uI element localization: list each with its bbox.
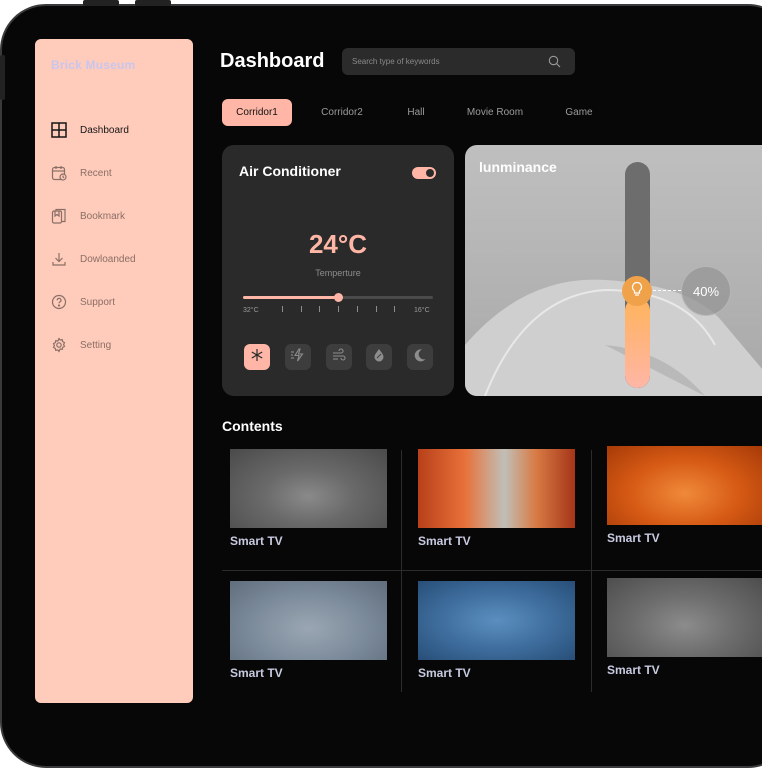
sidebar-item-label: Setting — [80, 339, 112, 351]
slider-fill — [625, 297, 650, 388]
slider-tick — [281, 306, 283, 312]
device-button — [0, 55, 5, 100]
tab-game[interactable]: Game — [560, 99, 598, 126]
value-connector — [653, 290, 681, 291]
brand-logo[interactable]: Brick Museum — [51, 58, 135, 72]
card-title: lunminance — [479, 159, 557, 175]
slider-tick — [356, 306, 358, 312]
gear-icon — [50, 336, 68, 354]
thumbnail — [607, 446, 762, 525]
luminance-value: 40% — [681, 266, 731, 316]
content-item[interactable]: Smart TV — [607, 446, 762, 566]
slider-tick — [394, 306, 396, 312]
sidebar-item-support[interactable]: Support — [50, 292, 115, 312]
snowflake-icon — [250, 348, 264, 367]
scale-min-label: 32°C — [243, 307, 259, 314]
mode-dry-button[interactable] — [366, 344, 392, 370]
search-placeholder: Search type of keywords — [352, 57, 440, 66]
sidebar-item-label: Recent — [80, 167, 112, 179]
slider-fill — [243, 296, 338, 299]
mode-sleep-button[interactable] — [407, 344, 433, 370]
sidebar-item-label: Bookmark — [80, 210, 126, 222]
section-title: Contents — [222, 418, 283, 434]
slider-tick — [300, 306, 302, 312]
luminance-handle[interactable] — [622, 276, 652, 306]
luminance-card: lunminance 40% — [465, 145, 762, 396]
thumbnail — [607, 578, 762, 657]
content-item[interactable]: Smart TV — [607, 578, 762, 698]
divider — [222, 570, 762, 571]
device-button — [135, 0, 171, 6]
sidebar-item-downloaded[interactable]: Dowloanded — [50, 249, 136, 269]
tab-corridor2[interactable]: Corridor2 — [312, 99, 372, 126]
sidebar-item-label: Dashboard — [80, 124, 129, 136]
sidebar-item-recent[interactable]: Recent — [50, 163, 112, 183]
thumbnail — [418, 581, 575, 660]
temperature-slider[interactable] — [243, 293, 433, 302]
temperature-value: 24°C — [308, 229, 368, 259]
bookmark-icon — [50, 207, 68, 225]
content-label: Smart TV — [230, 534, 283, 548]
slider-handle[interactable] — [334, 293, 343, 302]
tab-corridor1[interactable]: Corridor1 — [222, 99, 292, 126]
content-item[interactable]: Smart TV — [230, 449, 406, 569]
tab-movie-room[interactable]: Movie Room — [460, 99, 530, 126]
grid-icon — [50, 121, 68, 139]
sidebar-item-setting[interactable]: Setting — [50, 335, 111, 355]
calendar-clock-icon — [50, 164, 68, 182]
scale-max-label: 16°C — [414, 307, 430, 314]
wind-icon — [332, 347, 346, 367]
power-toggle[interactable] — [412, 167, 436, 179]
sidebar-item-dashboard[interactable]: Dashboard — [50, 120, 129, 140]
air-conditioner-card: Air Conditioner 24°C Temperture 32°C 16°… — [222, 145, 454, 396]
mode-cool-button[interactable] — [244, 344, 270, 370]
moon-icon — [413, 348, 427, 367]
sidebar-item-label: Support — [80, 296, 116, 308]
lightbulb-icon — [630, 281, 644, 302]
content-item[interactable]: Smart TV — [418, 581, 594, 701]
card-title: Air Conditioner — [239, 163, 341, 179]
search-input[interactable]: Search type of keywords — [342, 48, 575, 75]
sidebar-item-label: Dowloanded — [80, 253, 136, 265]
content-label: Smart TV — [607, 531, 660, 545]
search-icon[interactable] — [548, 55, 561, 73]
slider-tick — [319, 306, 321, 312]
thumbnail — [418, 449, 575, 528]
mode-turbo-button[interactable] — [285, 344, 311, 370]
sidebar: Brick Museum Dashboard Recent Bookmark D… — [35, 39, 193, 703]
content-label: Smart TV — [607, 663, 660, 677]
toggle-knob — [426, 169, 434, 177]
content-label: Smart TV — [418, 534, 471, 548]
temperature-label: Temperture — [315, 268, 361, 278]
thumbnail — [230, 449, 387, 528]
luminance-slider[interactable] — [625, 162, 650, 388]
device-button — [83, 0, 119, 6]
page-title: Dashboard — [220, 50, 325, 72]
help-icon — [50, 293, 68, 311]
lightning-icon — [290, 347, 306, 367]
droplet-icon — [373, 348, 385, 367]
tab-hall[interactable]: Hall — [396, 99, 436, 126]
content-item[interactable]: Smart TV — [418, 449, 594, 569]
mode-fan-button[interactable] — [326, 344, 352, 370]
sidebar-item-bookmark[interactable]: Bookmark — [50, 206, 125, 226]
content-label: Smart TV — [230, 666, 283, 680]
content-label: Smart TV — [418, 666, 471, 680]
download-icon — [50, 250, 68, 268]
thumbnail — [230, 581, 387, 660]
content-item[interactable]: Smart TV — [230, 581, 406, 701]
slider-tick — [338, 306, 339, 312]
slider-tick — [375, 306, 377, 312]
